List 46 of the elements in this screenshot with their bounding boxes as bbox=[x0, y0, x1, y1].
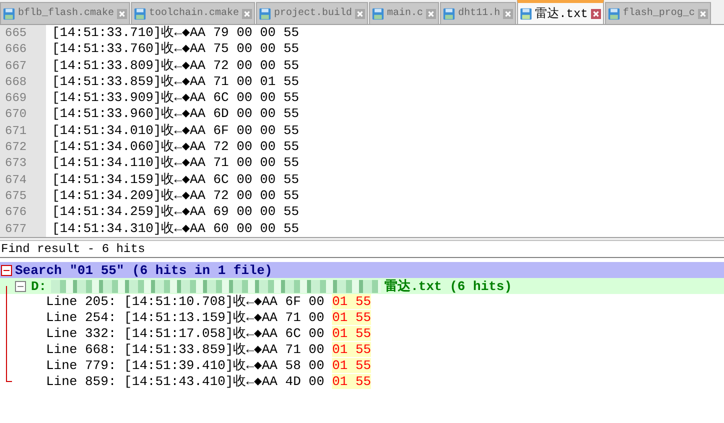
code-line: [14:51:34.060]收←◆AA 72 00 00 55 bbox=[51, 139, 300, 156]
line-number: 676 bbox=[0, 204, 46, 221]
code-line: [14:51:34.259]收←◆AA 69 00 00 55 bbox=[51, 204, 300, 221]
close-icon[interactable] bbox=[117, 8, 128, 18]
code-line: [14:51:33.960]收←◆AA 6D 00 00 55 bbox=[51, 106, 300, 123]
code-line: [14:51:33.909]收←◆AA 6C 00 00 55 bbox=[51, 90, 300, 106]
line-number: 673 bbox=[0, 155, 46, 172]
close-icon[interactable] bbox=[698, 8, 708, 18]
search-hit-line[interactable]: Line 254: [14:51:13.159]收←◆AA 71 00 01 55 bbox=[46, 310, 372, 326]
line-number: 669 bbox=[0, 90, 46, 106]
code-line: [14:51:34.159]收←◆AA 6C 00 00 55 bbox=[51, 172, 300, 188]
line-number: 665 bbox=[0, 25, 46, 42]
close-icon[interactable] bbox=[590, 8, 601, 18]
line-number: 675 bbox=[0, 188, 46, 204]
panel-title: Find result - 6 hits bbox=[0, 241, 724, 258]
line-number: 666 bbox=[0, 41, 46, 58]
file-tab[interactable]: 雷达.txt bbox=[517, 0, 604, 24]
close-icon[interactable] bbox=[242, 8, 252, 18]
close-icon[interactable] bbox=[426, 8, 436, 18]
collapse-icon[interactable] bbox=[1, 264, 12, 276]
search-result-row[interactable]: Search "01 55" (6 hits in 1 file) bbox=[0, 262, 724, 278]
line-number: 672 bbox=[0, 139, 46, 156]
file-tab[interactable]: dht11.h bbox=[440, 2, 516, 24]
line-number: 668 bbox=[0, 74, 46, 90]
search-hit-line[interactable]: Line 779: [14:51:39.410]收←◆AA 58 00 01 55 bbox=[46, 358, 372, 374]
code-line: [14:51:33.859]收←◆AA 71 00 01 55 bbox=[51, 74, 300, 90]
file-result-row[interactable]: D: 雷达.txt (6 hits) bbox=[0, 278, 724, 294]
code-line: [14:51:34.110]收←◆AA 71 00 00 55 bbox=[51, 155, 300, 172]
code-line: [14:51:33.760]收←◆AA 75 00 00 55 bbox=[51, 41, 300, 58]
search-hit-line[interactable]: Line 205: [14:51:10.708]收←◆AA 6F 00 01 55 bbox=[46, 294, 372, 310]
code-line: [14:51:34.010]收←◆AA 6F 00 00 55 bbox=[51, 122, 300, 140]
line-number: 674 bbox=[0, 172, 46, 188]
line-number: 677 bbox=[0, 220, 46, 237]
code-line: [14:51:33.809]收←◆AA 72 00 00 55 bbox=[51, 58, 300, 74]
line-number: 671 bbox=[0, 122, 46, 140]
close-icon[interactable] bbox=[503, 8, 514, 18]
search-hit-line[interactable]: Line 668: [14:51:33.859]收←◆AA 71 00 01 55 bbox=[46, 342, 372, 358]
code-line: [14:51:34.209]收←◆AA 72 00 00 55 bbox=[51, 188, 300, 204]
line-number: 667 bbox=[0, 58, 46, 74]
search-hit-line[interactable]: Line 332: [14:51:17.058]收←◆AA 6C 00 01 55 bbox=[46, 326, 372, 342]
code-line: [14:51:33.710]收←◆AA 79 00 00 55 bbox=[51, 25, 300, 42]
collapse-icon[interactable] bbox=[15, 280, 26, 292]
close-icon[interactable] bbox=[355, 8, 366, 18]
search-hit-line[interactable]: Line 859: [14:51:43.410]收←◆AA 4D 00 01 55 bbox=[46, 374, 372, 390]
line-number: 670 bbox=[0, 106, 46, 123]
code-line: [14:51:34.310]收←◆AA 60 00 00 55 bbox=[51, 220, 300, 237]
